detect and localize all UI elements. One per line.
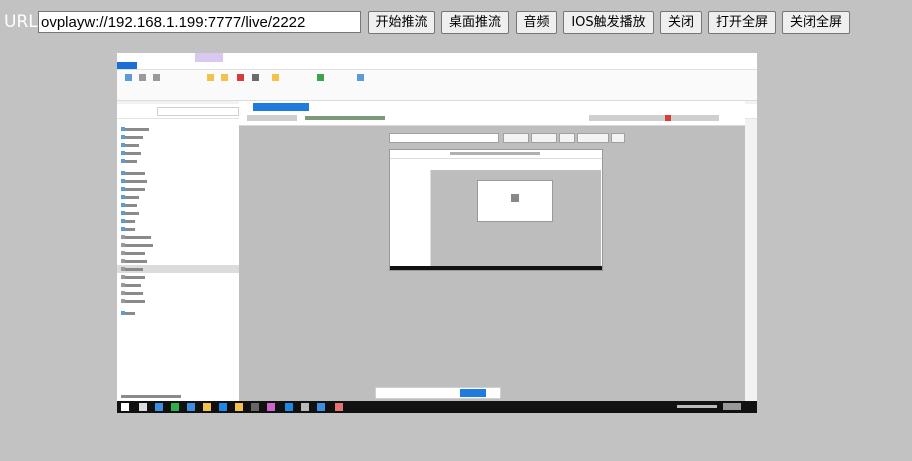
browser-permission-prompt <box>375 387 501 399</box>
explorer-ribbon <box>117 70 757 101</box>
browser-page-toolbar <box>389 133 629 143</box>
url-input[interactable] <box>38 11 361 33</box>
explorer-nav-pane <box>117 119 240 401</box>
explorer-title-bar <box>117 53 757 62</box>
browser-header <box>239 101 745 126</box>
audio-button[interactable]: 音频 <box>516 11 557 34</box>
control-toolbar: URL: 开始推流 桌面推流 音频 IOS触发播放 关闭 打开全屏 关闭全屏 <box>0 0 912 44</box>
close-fullscreen-button[interactable]: 关闭全屏 <box>782 11 850 34</box>
explorer-status-bar <box>117 391 239 401</box>
close-button[interactable]: 关闭 <box>660 11 702 34</box>
explorer-ribbon-tabs <box>117 62 757 70</box>
open-fullscreen-button[interactable]: 打开全屏 <box>708 11 776 34</box>
desktop-push-button[interactable]: 桌面推流 <box>441 11 509 34</box>
start-push-button[interactable]: 开始推流 <box>368 11 435 34</box>
windows-taskbar <box>117 401 757 413</box>
ios-play-button[interactable]: IOS触发播放 <box>563 11 654 34</box>
recursive-stream-preview <box>389 149 603 271</box>
browser-window <box>239 101 745 401</box>
stream-video-frame[interactable] <box>117 53 757 413</box>
